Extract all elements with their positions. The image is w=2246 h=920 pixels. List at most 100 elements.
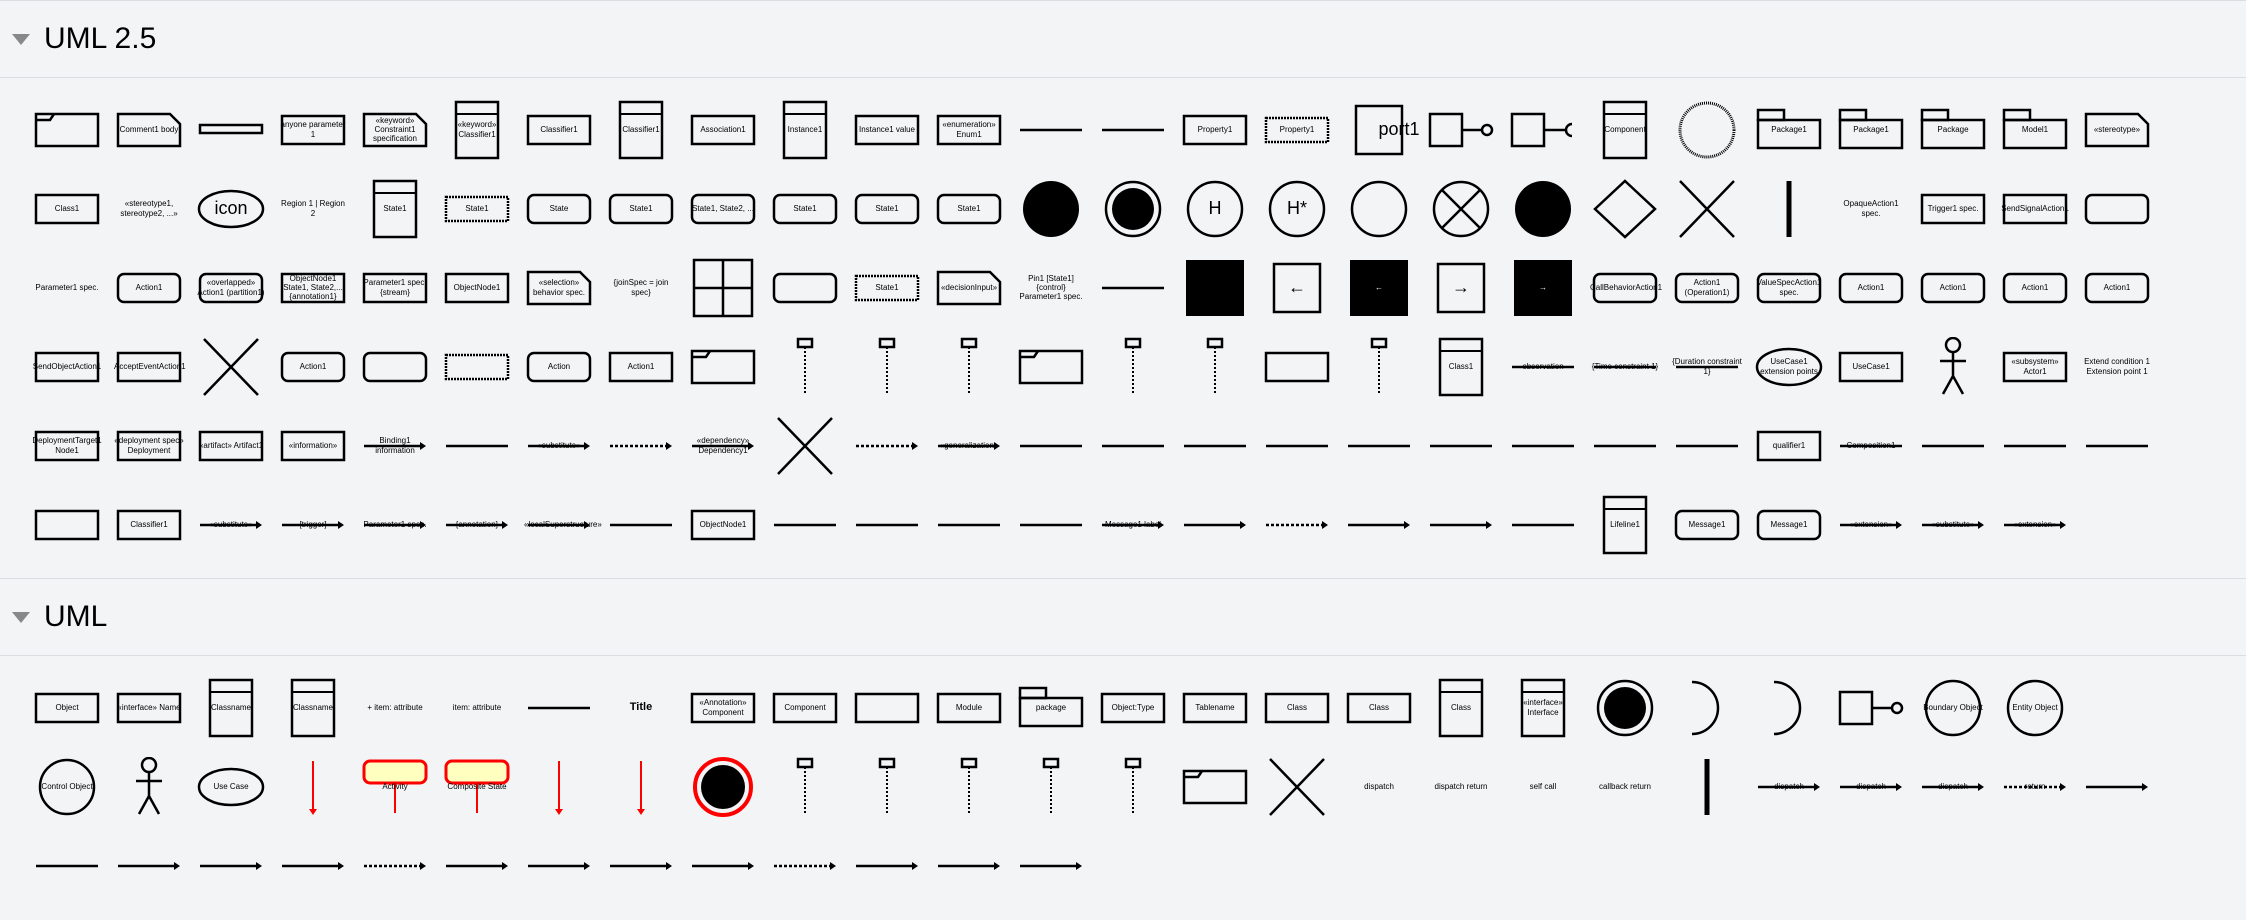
shape-rbox[interactable]: CallBehaviorAction1: [1584, 252, 1666, 324]
shape-lollipop[interactable]: [1420, 94, 1502, 166]
shape-box[interactable]: Class1: [26, 173, 108, 245]
shape-dbox[interactable]: State1: [846, 252, 928, 324]
shape-box[interactable]: «information»: [272, 410, 354, 482]
shape-dbox[interactable]: Property1: [1256, 94, 1338, 166]
shape-arrow[interactable]: [1420, 489, 1502, 561]
shape-box[interactable]: SendObjectAction1: [26, 331, 108, 403]
shape-circle[interactable]: Control Object: [26, 751, 108, 823]
shape-arrow[interactable]: [trigger]: [272, 489, 354, 561]
shape-rbox[interactable]: Action: [518, 331, 600, 403]
shape-line[interactable]: [1502, 489, 1584, 561]
shape-rbox[interactable]: State1: [846, 173, 928, 245]
shape-actor[interactable]: [1912, 331, 1994, 403]
shape-dashed[interactable]: [764, 830, 846, 902]
shape-lifeline[interactable]: [1174, 331, 1256, 403]
shape-line[interactable]: [436, 410, 518, 482]
collapse-triangle-icon[interactable]: [12, 33, 30, 45]
shape-pkg[interactable]: Package1: [1748, 94, 1830, 166]
shape-arrow[interactable]: dispatch: [1830, 751, 1912, 823]
shape-lifeline[interactable]: [846, 331, 928, 403]
shape-box[interactable]: Tablename: [1174, 672, 1256, 744]
shape-tall[interactable]: Class: [1420, 672, 1502, 744]
shape-line[interactable]: [1666, 410, 1748, 482]
shape-box[interactable]: «deployment spec» Deployment: [108, 410, 190, 482]
shape-sq[interactable]: port1: [1338, 94, 1420, 166]
shape-line[interactable]: [1092, 410, 1174, 482]
shape-box[interactable]: qualifier1: [1748, 410, 1830, 482]
shape-ellipse[interactable]: UseCase1 extension points: [1748, 331, 1830, 403]
shape-dashed[interactable]: return: [1994, 751, 2076, 823]
shape-circle[interactable]: Entity Object: [1994, 672, 2076, 744]
shape-rbox[interactable]: Action1 (Operation1): [1666, 252, 1748, 324]
shape-note[interactable]: «keyword» Constraint1 specification: [354, 94, 436, 166]
shape-box[interactable]: Association1: [682, 94, 764, 166]
shape-tall[interactable]: «interface» Interface: [1502, 672, 1584, 744]
shape-filled[interactable]: [1010, 173, 1092, 245]
shape-arrow[interactable]: [1338, 489, 1420, 561]
shape-arrow[interactable]: [846, 830, 928, 902]
shape-box[interactable]: [26, 489, 108, 561]
shape-tall[interactable]: Class1: [1420, 331, 1502, 403]
shape-tall[interactable]: Classname: [190, 672, 272, 744]
shape-arrow[interactable]: «extension»: [1830, 489, 1912, 561]
shape-box[interactable]: AcceptEventAction1: [108, 331, 190, 403]
shape-text[interactable]: dispatch return: [1420, 751, 1502, 823]
shape-box[interactable]: Classifier1: [108, 489, 190, 561]
shape-frame[interactable]: [26, 94, 108, 166]
shape-rbox[interactable]: Action1: [1912, 252, 1994, 324]
shape-text[interactable]: callback return: [1584, 751, 1666, 823]
shape-text[interactable]: {joinSpec = join spec}: [600, 252, 682, 324]
shape-line[interactable]: [2076, 410, 2158, 482]
shape-line[interactable]: [1994, 410, 2076, 482]
shape-arrow[interactable]: dispatch: [1912, 751, 1994, 823]
shape-arrow[interactable]: [436, 830, 518, 902]
shape-arrow[interactable]: [928, 830, 1010, 902]
shape-yellow[interactable]: Composite State: [436, 751, 518, 823]
shape-line[interactable]: [1338, 410, 1420, 482]
shape-box[interactable]: [1256, 331, 1338, 403]
shape-rbox[interactable]: Message1: [1748, 489, 1830, 561]
shape-box[interactable]: ObjectNode1: [436, 252, 518, 324]
shape-arrow[interactable]: [190, 830, 272, 902]
shape-arrow[interactable]: «generalization»: [928, 410, 1010, 482]
shape-redline[interactable]: [600, 751, 682, 823]
shape-line[interactable]: [26, 830, 108, 902]
shape-box[interactable]: Instance1 value: [846, 94, 928, 166]
shape-line[interactable]: [1010, 410, 1092, 482]
shape-sq[interactable]: →: [1420, 252, 1502, 324]
shape-xcircle[interactable]: [1420, 173, 1502, 245]
shape-dashed[interactable]: [846, 410, 928, 482]
shape-arrow[interactable]: «substitute»: [1912, 489, 1994, 561]
shape-box[interactable]: «artifact» Artifact1: [190, 410, 272, 482]
shape-box[interactable]: Property1: [1174, 94, 1256, 166]
section-header[interactable]: UML 2.5: [0, 0, 2246, 78]
shape-tall[interactable]: Classifier1: [600, 94, 682, 166]
shape-box[interactable]: Class: [1338, 672, 1420, 744]
shape-fsq[interactable]: →: [1502, 252, 1584, 324]
shape-box[interactable]: Class: [1256, 672, 1338, 744]
shape-box[interactable]: DeploymentTarget1 Node1: [26, 410, 108, 482]
shape-frame[interactable]: [1174, 751, 1256, 823]
shape-pkg[interactable]: Model1: [1994, 94, 2076, 166]
shape-arrow[interactable]: [600, 830, 682, 902]
shape-ellipse[interactable]: icon: [190, 173, 272, 245]
shape-rbox[interactable]: Action1: [1994, 252, 2076, 324]
shape-line[interactable]: [846, 489, 928, 561]
shape-lifeline[interactable]: [1092, 751, 1174, 823]
shape-redring[interactable]: [682, 751, 764, 823]
shape-line[interactable]: [1912, 410, 1994, 482]
shape-dbox[interactable]: [436, 331, 518, 403]
shape-diamond[interactable]: [1584, 173, 1666, 245]
shape-box[interactable]: «subsystem» Actor1: [1994, 331, 2076, 403]
shape-lifeline[interactable]: [764, 751, 846, 823]
shape-circle[interactable]: Boundary Object: [1912, 672, 1994, 744]
shape-text[interactable]: + item: attribute: [354, 672, 436, 744]
shape-arrow[interactable]: «dependency» Dependency1: [682, 410, 764, 482]
shape-pkg[interactable]: package: [1010, 672, 1092, 744]
shape-line[interactable]: [1174, 410, 1256, 482]
shape-x[interactable]: [764, 410, 846, 482]
shape-line[interactable]: [1092, 252, 1174, 324]
shape-thin[interactable]: [190, 94, 272, 166]
shape-box[interactable]: Parameter1 spec. {stream}: [354, 252, 436, 324]
shape-lifeline[interactable]: [846, 751, 928, 823]
